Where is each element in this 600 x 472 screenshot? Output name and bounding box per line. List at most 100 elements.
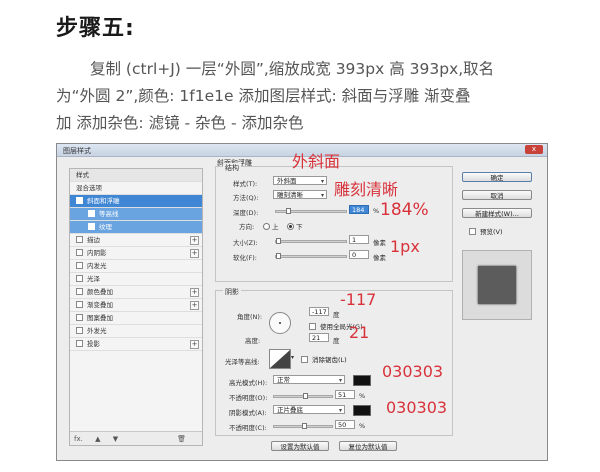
- shadow-color-swatch[interactable]: [353, 405, 371, 416]
- style-item-label: 外发光: [87, 327, 107, 335]
- satin-checkbox[interactable]: [76, 275, 83, 282]
- cancel-button[interactable]: 取消: [462, 190, 532, 200]
- annotation-outer-bevel: 外斜面: [292, 152, 341, 171]
- preview-toggle[interactable]: 预览(V): [469, 226, 503, 236]
- style-list: 样式 混合选项 斜面和浮雕 等高线 纹理 描边 + 内阴影 + 内发光 光泽 颜色叠…: [69, 168, 203, 446]
- angle-label: 角度(N):: [237, 313, 263, 321]
- add-color-overlay-icon[interactable]: +: [190, 288, 199, 297]
- inner-shadow-checkbox[interactable]: [76, 249, 83, 256]
- style-item-contour[interactable]: 等高线: [70, 208, 202, 221]
- depth-slider-knob[interactable]: [286, 208, 291, 214]
- shadow-opacity-slider[interactable]: [273, 423, 333, 429]
- method-label: 方法(Q):: [233, 194, 259, 202]
- reset-default-button[interactable]: 复位为默认值: [339, 441, 397, 451]
- shadow-mode-select[interactable]: 正片叠底: [273, 405, 345, 415]
- description-line-1: 复制 (ctrl+J) 一层“外圆”,缩放成宽 393px 高 393px,取名: [90, 60, 495, 78]
- annotation-altitude: 21: [349, 323, 370, 342]
- gloss-contour-label: 光泽等高线:: [225, 358, 260, 366]
- size-unit: 像素: [373, 239, 386, 247]
- stroke-checkbox[interactable]: [76, 236, 83, 243]
- gloss-contour-preview[interactable]: [269, 349, 291, 369]
- angle-input[interactable]: -117: [309, 307, 329, 316]
- size-slider-knob[interactable]: [276, 238, 281, 244]
- fx-icon[interactable]: fx.: [74, 435, 83, 443]
- style-item-outer-glow[interactable]: 外发光: [70, 325, 202, 338]
- add-stroke-icon[interactable]: +: [190, 236, 199, 245]
- structure-title: 结构: [223, 163, 241, 173]
- style-item-blend-options[interactable]: 混合选项: [70, 182, 202, 195]
- size-slider[interactable]: [275, 238, 347, 244]
- annotation-highlight-color: 030303: [382, 362, 444, 381]
- global-light-checkbox[interactable]: [309, 323, 316, 330]
- method-select[interactable]: 雕刻清晰: [273, 190, 327, 200]
- style-item-inner-glow[interactable]: 内发光: [70, 260, 202, 273]
- direction-up[interactable]: 上: [263, 221, 279, 231]
- inner-glow-checkbox[interactable]: [76, 262, 83, 269]
- altitude-input[interactable]: 21: [309, 333, 329, 342]
- direction-down[interactable]: 下: [287, 221, 303, 231]
- style-item-pattern-overlay[interactable]: 图案叠加: [70, 312, 202, 325]
- soften-input[interactable]: 0: [349, 250, 369, 259]
- drop-shadow-checkbox[interactable]: [76, 340, 83, 347]
- anti-alias-checkbox[interactable]: [301, 356, 308, 363]
- ok-button[interactable]: 确定: [462, 172, 532, 182]
- trash-icon[interactable]: 🗑: [177, 432, 186, 446]
- style-item-gradient-overlay[interactable]: 渐变叠加 +: [70, 299, 202, 312]
- pattern-overlay-checkbox[interactable]: [76, 314, 83, 321]
- bevel-checkbox[interactable]: [76, 197, 83, 204]
- color-overlay-checkbox[interactable]: [76, 288, 83, 295]
- soften-label: 软化(F):: [233, 254, 258, 262]
- style-item-satin[interactable]: 光泽: [70, 273, 202, 286]
- move-down-icon[interactable]: ▼: [113, 435, 118, 443]
- preview-checkbox[interactable]: [469, 228, 476, 235]
- style-item-color-overlay[interactable]: 颜色叠加 +: [70, 286, 202, 299]
- texture-checkbox[interactable]: [88, 223, 95, 230]
- depth-slider[interactable]: [275, 208, 347, 214]
- altitude-unit: 度: [333, 337, 340, 345]
- highlight-opacity-slider[interactable]: [273, 393, 333, 399]
- depth-unit: %: [373, 207, 380, 215]
- style-preview: [462, 250, 532, 320]
- direction-up-radio[interactable]: [263, 223, 270, 230]
- annotation-shadow-color: 030303: [386, 398, 448, 417]
- style-item-drop-shadow[interactable]: 投影 +: [70, 338, 202, 351]
- highlight-mode-select[interactable]: 正常: [273, 375, 345, 385]
- anti-alias[interactable]: 消除锯齿(L): [301, 354, 347, 364]
- shadow-mode-label: 阴影模式(A):: [229, 409, 267, 417]
- add-inner-shadow-icon[interactable]: +: [190, 249, 199, 258]
- close-button[interactable]: x: [525, 145, 543, 154]
- style-label: 样式(T):: [233, 180, 258, 188]
- soften-slider[interactable]: [275, 253, 347, 259]
- size-label: 大小(Z):: [233, 239, 258, 247]
- outer-glow-checkbox[interactable]: [76, 327, 83, 334]
- highlight-opacity-knob[interactable]: [303, 393, 308, 399]
- contour-checkbox[interactable]: [88, 210, 95, 217]
- angle-unit: 度: [333, 311, 340, 319]
- add-gradient-overlay-icon[interactable]: +: [190, 301, 199, 310]
- shadow-opacity-input[interactable]: 50: [335, 420, 355, 429]
- new-style-button[interactable]: 新建样式(W)...: [462, 208, 532, 218]
- dialog-title: 图层样式: [63, 147, 91, 155]
- style-list-header[interactable]: 样式: [70, 169, 202, 182]
- soften-slider-knob[interactable]: [276, 253, 281, 259]
- contour-dropdown-icon[interactable]: ▾: [291, 354, 294, 361]
- highlight-color-swatch[interactable]: [353, 375, 371, 386]
- gradient-overlay-checkbox[interactable]: [76, 301, 83, 308]
- add-drop-shadow-icon[interactable]: +: [190, 340, 199, 349]
- style-select[interactable]: 外斜面: [273, 176, 327, 186]
- style-item-inner-shadow[interactable]: 内阴影 +: [70, 247, 202, 260]
- depth-input[interactable]: 184: [349, 205, 369, 214]
- style-item-label: 渐变叠加: [87, 301, 113, 309]
- style-item-texture[interactable]: 纹理: [70, 221, 202, 234]
- style-item-stroke[interactable]: 描边 +: [70, 234, 202, 247]
- angle-dial[interactable]: [269, 312, 291, 334]
- size-input[interactable]: 1: [349, 235, 369, 244]
- highlight-opacity-input[interactable]: 51: [335, 390, 355, 399]
- step-description: 复制 (ctrl+J) 一层“外圆”,缩放成宽 393px 高 393px,取名…: [56, 56, 566, 137]
- direction-down-radio[interactable]: [287, 223, 294, 230]
- set-default-button[interactable]: 设置为默认值: [271, 441, 329, 451]
- move-up-icon[interactable]: ▲: [95, 435, 100, 443]
- style-item-bevel-emboss[interactable]: 斜面和浮雕: [70, 195, 202, 208]
- preview-label: 预览(V): [480, 228, 503, 236]
- shadow-opacity-knob[interactable]: [302, 423, 307, 429]
